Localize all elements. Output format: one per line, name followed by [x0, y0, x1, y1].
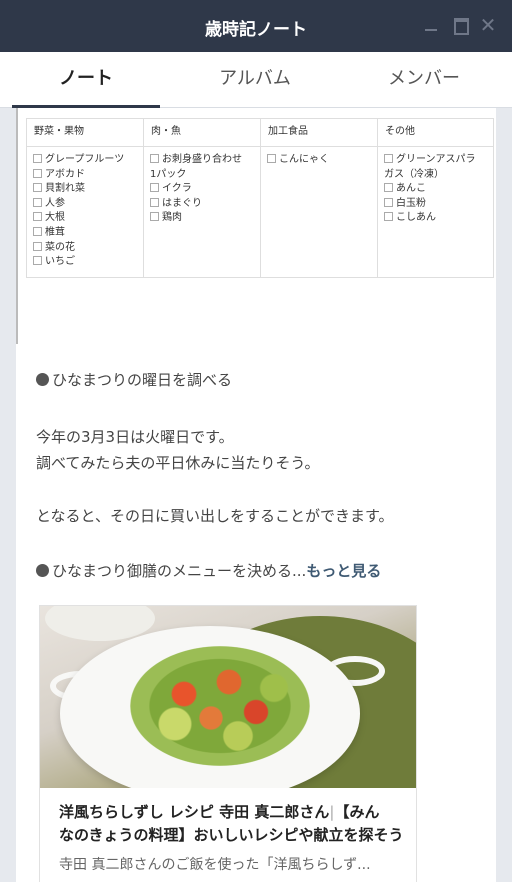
more-link[interactable]: もっと見る: [306, 562, 381, 580]
grocery-header: 肉・魚: [144, 119, 260, 147]
maximize-icon[interactable]: [452, 16, 470, 35]
grocery-column-vegetables: 野菜・果物 グレープフルーツ アボカド 貝割れ菜 人参 大根 椎茸 菜の花 いち…: [27, 119, 144, 277]
tab-album[interactable]: アルバム: [180, 52, 330, 108]
grocery-item[interactable]: グリーンアスパラ: [384, 153, 487, 168]
grocery-item[interactable]: 椎茸: [33, 226, 137, 241]
grocery-header: 加工食品: [261, 119, 377, 147]
grocery-column-meat-fish: 肉・魚 お刺身盛り合わせ 1パック イクラ はまぐり 鶏肉: [144, 119, 261, 277]
grocery-table: 野菜・果物 グレープフルーツ アボカド 貝割れ菜 人参 大根 椎茸 菜の花 いち…: [26, 118, 494, 278]
checkbox-icon[interactable]: [267, 154, 276, 163]
checkbox-icon[interactable]: [150, 212, 159, 222]
grocery-item-continuation: ガス（冷凍）: [384, 168, 444, 180]
checkbox-icon[interactable]: [384, 197, 393, 207]
note-line-1: 今年の3月3日は火曜日です。: [36, 428, 234, 446]
grocery-item[interactable]: 鶏肉: [150, 211, 254, 226]
grocery-item[interactable]: 人参: [33, 197, 137, 212]
grocery-header: 野菜・果物: [27, 119, 143, 147]
grocery-item[interactable]: 大根: [33, 211, 137, 226]
note-line-3: となると、その日に買い出しをすることができます。: [36, 507, 394, 525]
minimize-icon[interactable]: [423, 16, 441, 34]
checkbox-icon[interactable]: [33, 256, 42, 266]
grocery-item[interactable]: あんこ: [384, 182, 487, 197]
checkbox-icon[interactable]: [33, 183, 42, 193]
grocery-item[interactable]: 貝割れ菜: [33, 182, 137, 197]
checkbox-icon[interactable]: [33, 168, 42, 178]
checkbox-icon[interactable]: [384, 183, 393, 193]
card-title[interactable]: 洋風ちらしずし レシピ 寺田 真二郎さん|【みん なのきょうの料理】おいしいレシ…: [59, 801, 404, 847]
scrollbar[interactable]: [497, 108, 512, 882]
checkbox-icon[interactable]: [150, 154, 159, 163]
note-heading-2: ひなまつり御膳のメニューを決める...もっと見る: [36, 558, 381, 584]
grocery-item[interactable]: いちご: [33, 255, 137, 270]
checkbox-icon[interactable]: [150, 183, 159, 193]
grocery-item[interactable]: こんにゃく: [267, 153, 371, 168]
grocery-item[interactable]: 白玉粉: [384, 197, 487, 212]
recipe-link-card[interactable]: 洋風ちらしずし レシピ 寺田 真二郎さん|【みん なのきょうの料理】おいしいレシ…: [39, 605, 417, 882]
left-divider: [16, 108, 18, 344]
tab-note[interactable]: ノート: [12, 52, 160, 108]
checkbox-icon[interactable]: [33, 241, 42, 251]
grocery-column-other: その他 グリーンアスパラ ガス（冷凍） あんこ 白玉粉 こしあん: [378, 119, 493, 277]
grocery-item[interactable]: イクラ: [150, 182, 254, 197]
tab-bar: ノート アルバム メンバー: [0, 52, 512, 108]
checkbox-icon[interactable]: [33, 197, 42, 207]
checkbox-icon[interactable]: [33, 154, 42, 163]
grocery-item[interactable]: こしあん: [384, 211, 487, 226]
note-content: 野菜・果物 グレープフルーツ アボカド 貝割れ菜 人参 大根 椎茸 菜の花 いち…: [16, 108, 496, 882]
note-line-2: 調べてみたら夫の平日休みに当たりそう。: [36, 454, 320, 472]
close-icon[interactable]: ✕: [479, 15, 497, 35]
recipe-image: [40, 606, 416, 788]
grocery-item[interactable]: はまぐり: [150, 197, 254, 212]
bullet-icon: [36, 564, 49, 577]
grocery-item[interactable]: アボカド: [33, 168, 137, 183]
grocery-header: その他: [378, 119, 493, 147]
grocery-column-processed: 加工食品 こんにゃく: [261, 119, 378, 277]
checkbox-icon[interactable]: [150, 197, 159, 207]
checkbox-icon[interactable]: [33, 226, 42, 236]
grocery-item[interactable]: グレープフルーツ: [33, 153, 137, 168]
checkbox-icon[interactable]: [384, 212, 393, 222]
checkbox-icon[interactable]: [384, 154, 393, 163]
card-description: 寺田 真二郎さんのご飯を使った「洋風ちらしず...: [59, 857, 371, 873]
grocery-item-continuation: 1パック: [150, 168, 187, 180]
tab-members[interactable]: メンバー: [350, 52, 498, 108]
grocery-item[interactable]: お刺身盛り合わせ: [150, 153, 254, 168]
checkbox-icon[interactable]: [33, 212, 42, 222]
note-heading-1: ひなまつりの曜日を調べる: [36, 367, 232, 393]
bullet-icon: [36, 373, 49, 386]
grocery-item[interactable]: 菜の花: [33, 241, 137, 256]
title-bar: 歳時記ノート ✕: [0, 0, 512, 52]
